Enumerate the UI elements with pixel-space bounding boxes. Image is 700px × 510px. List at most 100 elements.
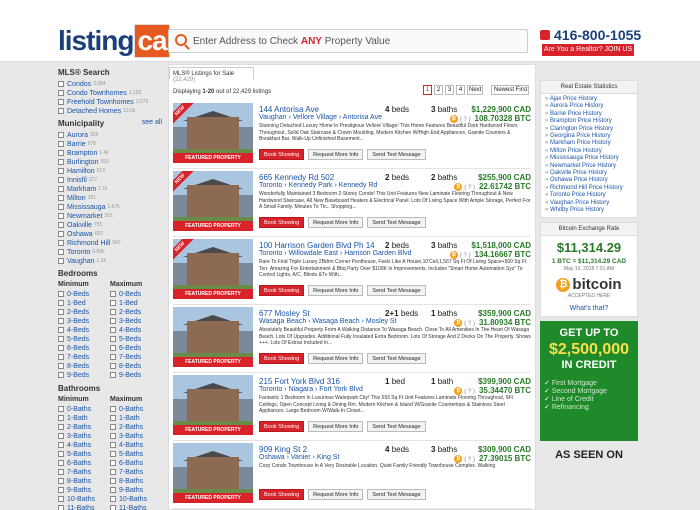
checkbox-icon[interactable] [110,460,116,466]
checkbox-icon[interactable] [58,478,64,484]
checkbox-icon[interactable] [58,291,64,297]
checkbox-icon[interactable] [58,132,64,138]
listing-address[interactable]: 909 King St 2 [259,445,307,454]
request-info-button[interactable]: Request More Info [308,285,364,296]
checkbox-icon[interactable] [58,150,64,156]
bathmax-item[interactable]: 10-Baths [110,495,162,503]
bathmax-label[interactable]: 1-Bath [119,415,140,422]
checkbox-icon[interactable] [58,487,64,493]
checkbox-icon[interactable] [110,424,116,430]
bathmax-item[interactable]: 3-Baths [110,432,162,440]
phone-number[interactable]: 416-800-1055 [540,27,641,43]
bathmax-item[interactable]: 7-Baths [110,468,162,476]
checkbox-icon[interactable] [58,363,64,369]
page-4-button[interactable]: 4 [456,85,465,95]
price-history-link[interactable]: Clarington Price History [545,126,633,133]
request-info-button[interactable]: Request More Info [308,217,364,228]
checkbox-icon[interactable] [58,90,64,96]
request-info-button[interactable]: Request More Info [308,149,364,160]
checkbox-icon[interactable] [110,415,116,421]
checkbox-icon[interactable] [58,442,64,448]
tab-mls-listings[interactable]: MLS® Listings for Sale (22,429) [169,67,254,83]
bathmin-label[interactable]: 2-Baths [67,424,91,431]
bedmax-item[interactable]: 0-Beds [110,290,162,298]
send-text-button[interactable]: Send Text Message [367,421,426,432]
checkbox-icon[interactable] [110,327,116,333]
checkbox-icon[interactable] [58,186,64,192]
listing-location-breadcrumb[interactable]: Toronto › Niagara › Fort York Blvd [259,386,363,393]
book-showing-button[interactable]: Book Showing [259,421,305,432]
types-item[interactable]: Condo Townhomes 1,153 [58,89,162,97]
listing-address[interactable]: 677 Mosley St [259,309,310,318]
checkbox-icon[interactable] [110,451,116,457]
price-history-link[interactable]: Milton Price History [545,148,633,155]
address-search-input[interactable]: Enter Address to Check ANY Property Valu… [168,29,528,53]
checkbox-icon[interactable] [110,442,116,448]
checkbox-icon[interactable] [58,354,64,360]
bathmax-label[interactable]: 7-Baths [119,469,143,476]
bathmax-item[interactable]: 2-Baths [110,423,162,431]
municipalities-label[interactable]: Burlington [67,159,99,166]
checkbox-icon[interactable] [58,81,64,87]
checkbox-icon[interactable] [58,469,64,475]
bathmin-label[interactable]: 9-Baths [67,487,91,494]
checkbox-icon[interactable] [58,141,64,147]
bathmin-label[interactable]: 1-Bath [67,415,88,422]
bathmax-label[interactable]: 6-Baths [119,460,143,467]
bathmin-item[interactable]: 4-Baths [58,441,110,449]
bedmax-item[interactable]: 7-Beds [110,353,162,361]
page-3-button[interactable]: 3 [445,85,454,95]
page-5-button[interactable]: Next [467,85,484,95]
checkbox-icon[interactable] [58,159,64,165]
price-history-link[interactable]: Whitby Price History [545,207,633,214]
bathmin-label[interactable]: 4-Baths [67,442,91,449]
listing-location-breadcrumb[interactable]: Vaughan › Vellore Village › Antorisa Ave [259,114,382,121]
bedmax-item[interactable]: 8-Beds [110,362,162,370]
see-all-link[interactable]: see all [142,119,162,126]
bedmax-item[interactable]: 6-Beds [110,344,162,352]
checkbox-icon[interactable] [58,249,64,255]
municipalities-item[interactable]: Hamilton 513 [58,167,162,175]
bedmax-item[interactable]: 1-Bed [110,299,162,307]
bathmin-label[interactable]: 7-Baths [67,469,91,476]
send-text-button[interactable]: Send Text Message [367,217,426,228]
checkbox-icon[interactable] [110,496,116,502]
bathmin-label[interactable]: 5-Baths [67,451,91,458]
bedmin-item[interactable]: 3-Beds [58,317,110,325]
bathmin-label[interactable]: 8-Baths [67,478,91,485]
types-item[interactable]: Freehold Townhomes 2,679 [58,98,162,106]
bedmax-item[interactable]: 5-Beds [110,335,162,343]
bathmin-item[interactable]: 3-Baths [58,432,110,440]
bathmax-label[interactable]: 0-Baths [119,406,143,413]
municipalities-item[interactable]: Barrie 675 [58,140,162,148]
price-history-link[interactable]: Newmarket Price History [545,163,633,170]
bedmin-label[interactable]: 7-Beds [67,354,89,361]
bedmax-label[interactable]: 1-Bed [119,300,138,307]
checkbox-icon[interactable] [58,213,64,219]
bedmax-label[interactable]: 6-Beds [119,345,141,352]
price-history-link[interactable]: Vaughan Price History [545,200,633,207]
checkbox-icon[interactable] [110,505,116,510]
municipalities-label[interactable]: Milton [67,195,86,202]
municipalities-label[interactable]: Oakville [67,222,92,229]
listing-location-breadcrumb[interactable]: Wasaga Beach › Wasaga Beach › Mosley St [259,318,397,325]
municipalities-item[interactable]: Mississauga 1.57k [58,203,162,211]
bathmin-item[interactable]: 9-Baths [58,486,110,494]
municipalities-item[interactable]: Oakville 755 [58,221,162,229]
bedmax-label[interactable]: 5-Beds [119,336,141,343]
bathmax-item[interactable]: 11-Baths [110,504,162,510]
bedmin-label[interactable]: 9-Beds [67,372,89,379]
types-item[interactable]: Detached Homes 13.5k [58,107,162,115]
checkbox-icon[interactable] [110,406,116,412]
bedmin-item[interactable]: 9-Beds [58,371,110,379]
bathmin-item[interactable]: 6-Baths [58,459,110,467]
price-history-link[interactable]: Barrie Price History [545,111,633,118]
book-showing-button[interactable]: Book Showing [259,217,305,228]
checkbox-icon[interactable] [110,345,116,351]
municipalities-item[interactable]: Innisfil 377 [58,176,162,184]
bedmin-item[interactable]: 7-Beds [58,353,110,361]
bedmax-label[interactable]: 8-Beds [119,363,141,370]
send-text-button[interactable]: Send Text Message [367,353,426,364]
checkbox-icon[interactable] [58,258,64,264]
request-info-button[interactable]: Request More Info [308,421,364,432]
